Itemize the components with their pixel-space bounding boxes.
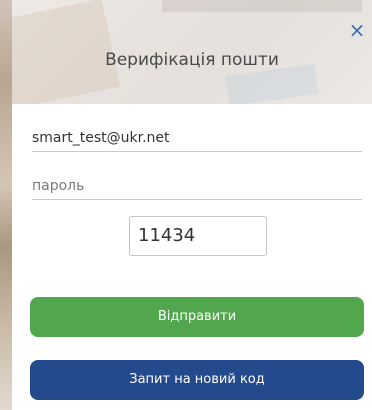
request-new-code-button[interactable]: Запит на новий код — [30, 360, 364, 400]
verification-modal: Верифікація пошти × smart_test@ukr.net п… — [12, 0, 372, 410]
send-button[interactable]: Відправити — [30, 297, 364, 337]
verification-code-input[interactable]: 11434 — [129, 216, 267, 256]
password-field[interactable]: пароль — [32, 174, 362, 200]
close-icon[interactable]: × — [347, 20, 367, 40]
email-field[interactable]: smart_test@ukr.net — [32, 126, 362, 152]
modal-header: Верифікація пошти × — [12, 0, 372, 104]
modal-title: Верифікація пошти — [105, 50, 279, 70]
background-page-strip — [0, 0, 12, 410]
